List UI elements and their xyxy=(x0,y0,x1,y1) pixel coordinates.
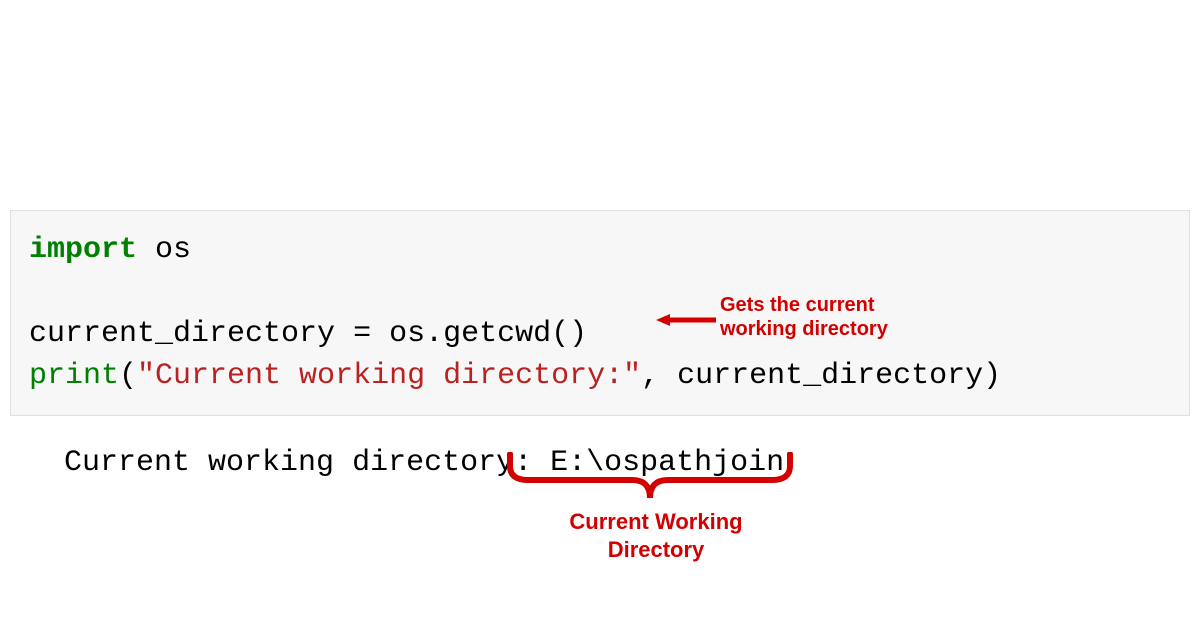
code-line-1: import os xyxy=(29,229,1171,271)
code-line-4: print("Current working directory:", curr… xyxy=(29,355,1171,397)
annotation-text-line2: working directory xyxy=(720,317,888,341)
code-block: import os current_directory = os.getcwd(… xyxy=(10,210,1190,416)
annotation-text-line1: Gets the current xyxy=(720,293,888,317)
code-text: os xyxy=(137,233,191,267)
annotation-gets-cwd: Gets the current working directory xyxy=(720,293,888,341)
code-text: = xyxy=(353,317,371,351)
code-line-blank xyxy=(29,271,1171,313)
func-print: print xyxy=(29,359,119,393)
code-text: current_directory xyxy=(29,317,353,351)
string-literal: "Current working directory:" xyxy=(137,359,641,393)
keyword-import: import xyxy=(29,233,137,267)
annotation-text-line1: Current Working xyxy=(556,508,756,536)
code-text: os.getcwd() xyxy=(371,317,587,351)
brace-icon xyxy=(504,452,796,502)
annotation-text-line2: Directory xyxy=(556,536,756,564)
annotation-cwd-label: Current Working Directory xyxy=(556,508,756,563)
arrow-icon xyxy=(656,312,716,328)
code-text: , current_directory) xyxy=(641,359,1001,393)
code-text: ( xyxy=(119,359,137,393)
code-line-3: current_directory = os.getcwd() xyxy=(29,313,1171,355)
